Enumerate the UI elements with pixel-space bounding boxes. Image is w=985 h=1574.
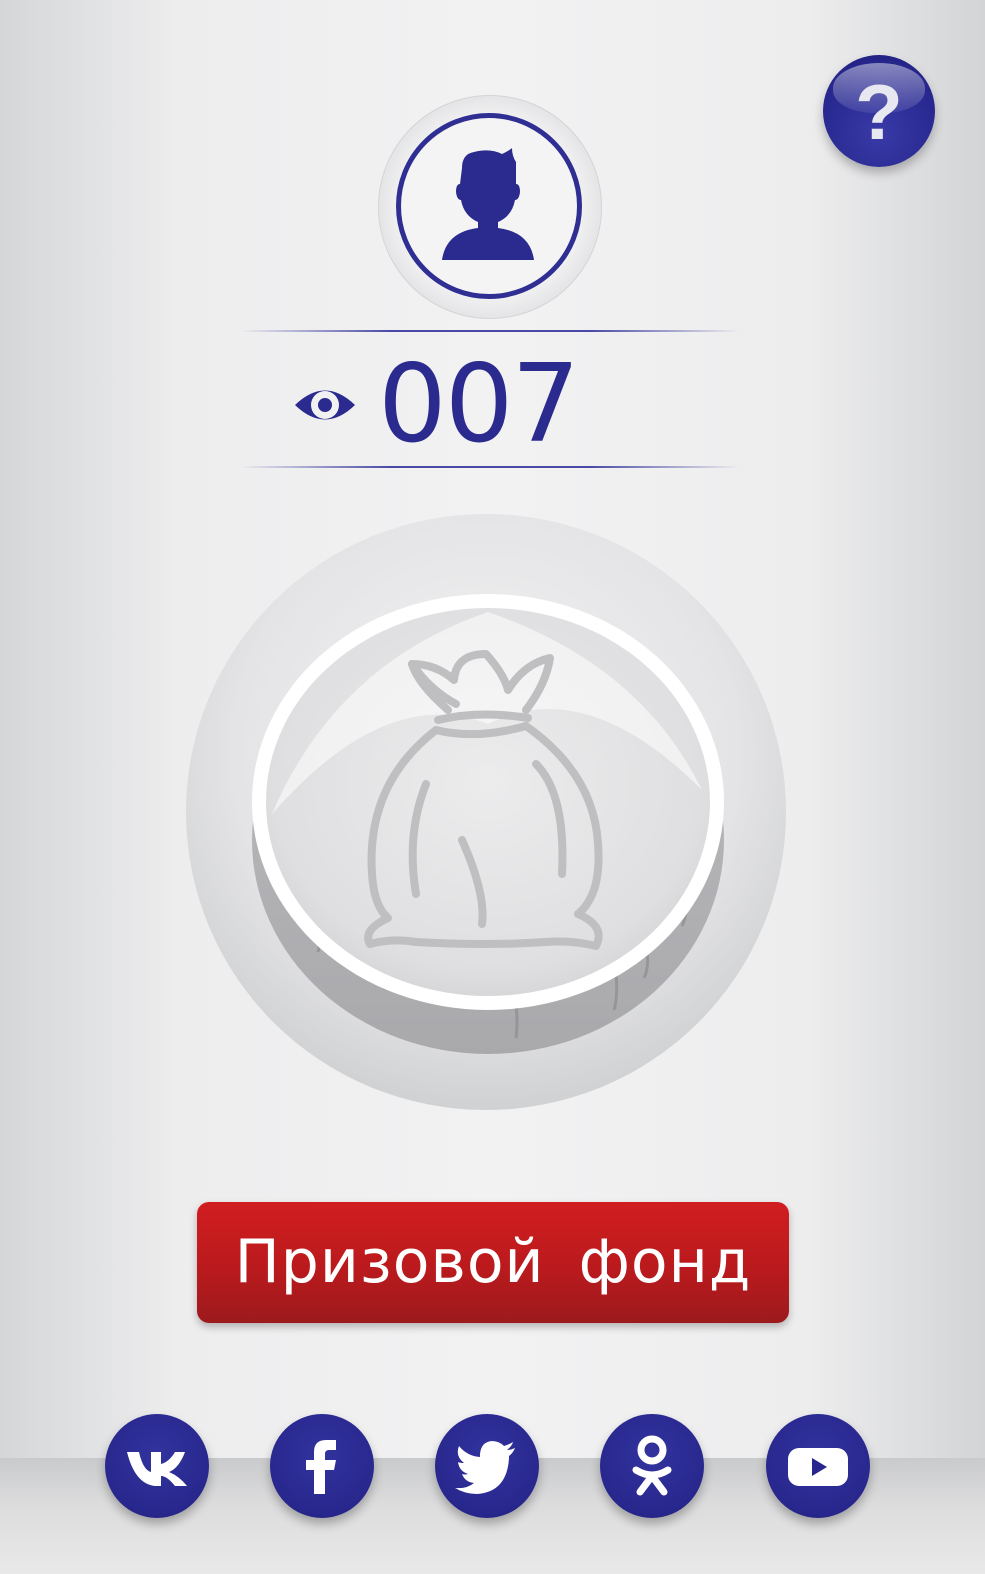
views-count: 007 <box>378 342 580 467</box>
vk-icon <box>127 1452 187 1486</box>
facebook-button[interactable] <box>270 1414 374 1518</box>
coin-graphic <box>186 514 786 1110</box>
help-button[interactable]: ? <box>823 55 935 167</box>
prize-fund-button[interactable]: Призовой фонд <box>197 1202 789 1323</box>
prize-coin[interactable] <box>186 514 786 1110</box>
twitter-button[interactable] <box>435 1414 539 1518</box>
youtube-icon <box>788 1448 848 1486</box>
youtube-button[interactable] <box>766 1414 870 1518</box>
divider-top <box>240 330 740 332</box>
question-icon: ? <box>855 68 903 156</box>
vk-button[interactable] <box>105 1414 209 1518</box>
eye-icon <box>295 390 355 420</box>
odnoklassniki-button[interactable] <box>600 1414 704 1518</box>
twitter-icon <box>455 1441 515 1494</box>
user-avatar-icon <box>442 148 534 260</box>
odnoklassniki-icon <box>632 1435 672 1496</box>
facebook-icon <box>306 1440 336 1494</box>
